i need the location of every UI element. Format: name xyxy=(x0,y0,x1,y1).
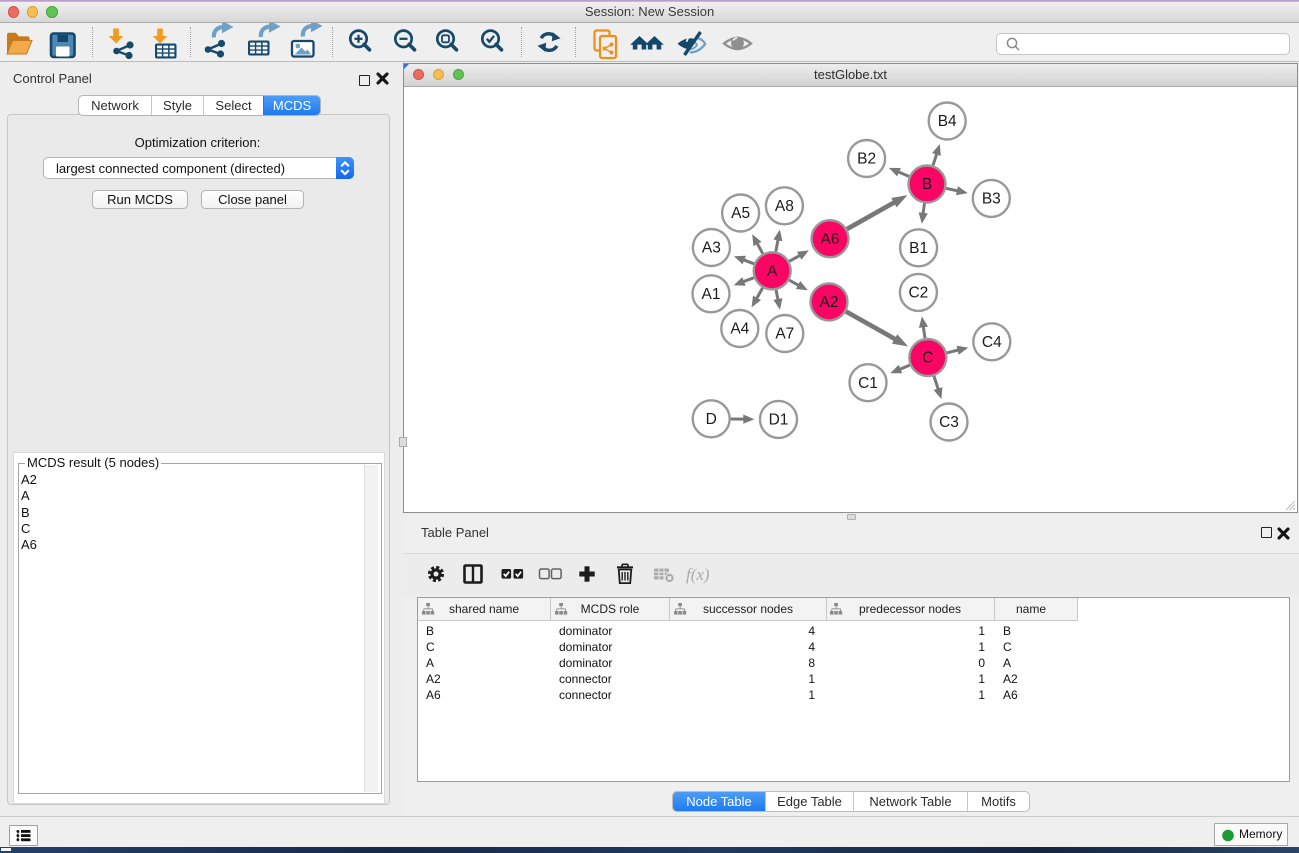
svg-text:D1: D1 xyxy=(769,412,789,429)
svg-text:D: D xyxy=(706,411,717,428)
svg-text:C4: C4 xyxy=(982,334,1002,351)
svg-text:A: A xyxy=(767,263,778,280)
svg-text:C1: C1 xyxy=(858,375,878,392)
svg-text:A8: A8 xyxy=(775,198,794,215)
svg-text:A2: A2 xyxy=(820,294,839,311)
svg-text:B2: B2 xyxy=(857,151,876,168)
svg-text:B4: B4 xyxy=(938,113,957,130)
svg-text:A4: A4 xyxy=(730,321,749,338)
svg-text:A6: A6 xyxy=(821,231,840,248)
svg-text:C2: C2 xyxy=(908,285,928,302)
svg-text:f(x): f(x) xyxy=(686,565,710,584)
svg-text:A1: A1 xyxy=(702,286,721,303)
svg-text:A3: A3 xyxy=(702,240,721,257)
svg-text:A7: A7 xyxy=(775,326,794,343)
svg-text:C3: C3 xyxy=(939,414,959,431)
svg-text:B3: B3 xyxy=(982,191,1001,208)
svg-text:B1: B1 xyxy=(909,240,928,257)
svg-text:C: C xyxy=(922,350,933,367)
svg-text:B: B xyxy=(922,176,932,193)
svg-text:A5: A5 xyxy=(731,205,750,222)
